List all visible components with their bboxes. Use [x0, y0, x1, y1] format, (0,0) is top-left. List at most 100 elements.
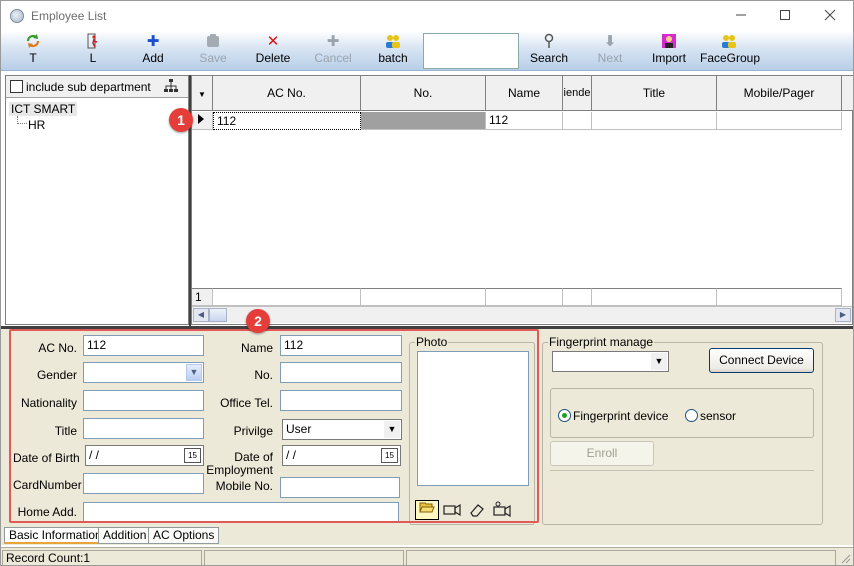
add-label: Add [142, 51, 164, 65]
search-button[interactable]: Search [529, 33, 569, 69]
sensor-radio[interactable] [685, 409, 698, 422]
tree-node-root[interactable]: ICT SMART [9, 102, 78, 116]
tab-ac-options[interactable]: AC Options [148, 527, 220, 544]
toolbar-button-t[interactable]: T [17, 33, 49, 69]
org-chart-icon[interactable] [164, 79, 178, 96]
save-button[interactable]: Save [195, 33, 231, 69]
fingerprint-device-radio-label: Fingerprint device [573, 409, 669, 423]
delete-x-icon: ✕ [266, 33, 280, 50]
grid-header-no[interactable]: No. [361, 76, 486, 111]
radio-selected-dot [562, 413, 567, 418]
grid-header-selector[interactable]: ▼ [192, 76, 213, 111]
delete-button[interactable]: ✕ Delete [253, 33, 293, 69]
minimize-icon [736, 14, 746, 16]
people-icon [374, 33, 412, 51]
grid-header-iende[interactable]: iende [563, 76, 592, 111]
tree-node-hr[interactable]: HR [28, 118, 45, 132]
annotation-badge-2: 2 [246, 309, 270, 333]
minimize-button[interactable] [718, 1, 764, 31]
header-dropdown-icon: ▼ [198, 90, 206, 99]
scroll-thumb[interactable] [209, 308, 227, 322]
cancel-icon: ✚ [326, 33, 340, 50]
status-bar: Record Count:1 [1, 547, 853, 565]
search-label: Search [529, 51, 569, 65]
import-button[interactable]: Import [650, 33, 688, 69]
tree-connector [17, 116, 27, 124]
include-sub-department-bar: include sub department [6, 76, 188, 98]
grid-header-ac-no[interactable]: AC No. [213, 76, 361, 111]
close-icon [824, 9, 836, 21]
footer-cell [592, 288, 717, 306]
footer-row-count: 1 [192, 288, 213, 306]
cancel-button[interactable]: ✚ Cancel [314, 33, 352, 69]
scroll-left-arrow-icon[interactable]: ◀ [193, 308, 209, 322]
enroll-button[interactable]: Enroll [550, 441, 654, 466]
grid-header-mobile-pager[interactable]: Mobile/Pager [717, 76, 842, 111]
annotation-highlight-box [9, 329, 539, 523]
add-button[interactable]: ✚ Add [135, 33, 171, 69]
fingerprint-device-radio[interactable] [558, 409, 571, 422]
status-panel [406, 550, 836, 565]
cell-iende[interactable] [563, 112, 592, 130]
tab-basic-information[interactable]: Basic Information [4, 527, 107, 544]
batch-button[interactable]: batch [374, 33, 412, 69]
next-arrow-icon: ⬇ [603, 33, 617, 50]
save-label: Save [199, 51, 227, 65]
cell-title[interactable] [592, 112, 717, 130]
employee-list-window: Employee List T L ✚ Add Save ✕ Delete ✚ … [0, 0, 854, 566]
record-count: Record Count:1 [2, 550, 202, 565]
horizontal-scrollbar[interactable]: ◀ ▶ [192, 306, 852, 323]
window-title: Employee List [31, 9, 107, 23]
department-panel: include sub department ICT SMART HR [5, 75, 189, 325]
import-label: Import [651, 51, 686, 65]
grid-header-name[interactable]: Name [486, 76, 563, 111]
batch-label: batch [378, 51, 408, 65]
maximize-button[interactable] [762, 1, 808, 31]
fingerprint-device-select[interactable]: ▼ [552, 351, 669, 372]
toolbar-label-l: L [89, 51, 97, 65]
maximize-icon [780, 10, 790, 20]
cell-no[interactable] [361, 112, 486, 130]
toolbar-label-t: T [29, 51, 37, 65]
resize-grip-icon[interactable] [839, 552, 851, 564]
include-sub-department-label: include sub department [26, 80, 151, 94]
toolbar-button-l[interactable]: L [77, 33, 109, 69]
footer-cell [213, 288, 361, 306]
grid-header-overflow [842, 76, 853, 111]
cancel-label: Cancel [314, 51, 352, 65]
fingerprint-manage-label: Fingerprint manage [548, 335, 655, 349]
leave-icon [77, 33, 109, 51]
sensor-radio-label: sensor [700, 409, 737, 423]
close-button[interactable] [807, 1, 853, 31]
footer-cell [563, 288, 592, 306]
next-label: Next [597, 51, 623, 65]
include-sub-department-checkbox[interactable] [10, 80, 23, 93]
delete-label: Delete [255, 51, 291, 65]
facegroup-button[interactable]: FaceGroup [700, 33, 761, 69]
row-indicator[interactable] [192, 112, 213, 130]
cell-ac-no[interactable]: 112 [213, 112, 361, 130]
toolbar: T L ✚ Add Save ✕ Delete ✚ Cancel batch S… [1, 31, 853, 71]
footer-cell [361, 288, 486, 306]
cell-name[interactable]: 112 [486, 112, 563, 130]
toolbar-search-input[interactable] [423, 33, 519, 69]
current-row-arrow-icon [198, 114, 204, 124]
fingerprint-divider [550, 470, 814, 471]
face-group-icon [700, 33, 758, 51]
plus-icon: ✚ [146, 33, 160, 50]
refresh-icon [17, 33, 49, 51]
facegroup-label: FaceGroup [700, 51, 761, 65]
app-clock-icon [10, 9, 24, 23]
scroll-right-arrow-icon[interactable]: ▶ [835, 308, 851, 322]
grid-header-title[interactable]: Title [592, 76, 717, 111]
connect-device-button[interactable]: Connect Device [709, 348, 814, 373]
title-bar: Employee List [1, 1, 853, 31]
tab-addition[interactable]: Addition [98, 527, 152, 544]
next-button[interactable]: ⬇ Next [593, 33, 627, 69]
save-icon [195, 33, 231, 51]
employee-grid: ▼ AC No. No. Name iende Title Mobile/Pag… [191, 75, 853, 325]
status-panel [204, 550, 404, 565]
chevron-down-icon[interactable]: ▼ [651, 353, 667, 370]
cell-mobile[interactable] [717, 112, 842, 130]
annotation-badge-1: 1 [169, 108, 193, 132]
